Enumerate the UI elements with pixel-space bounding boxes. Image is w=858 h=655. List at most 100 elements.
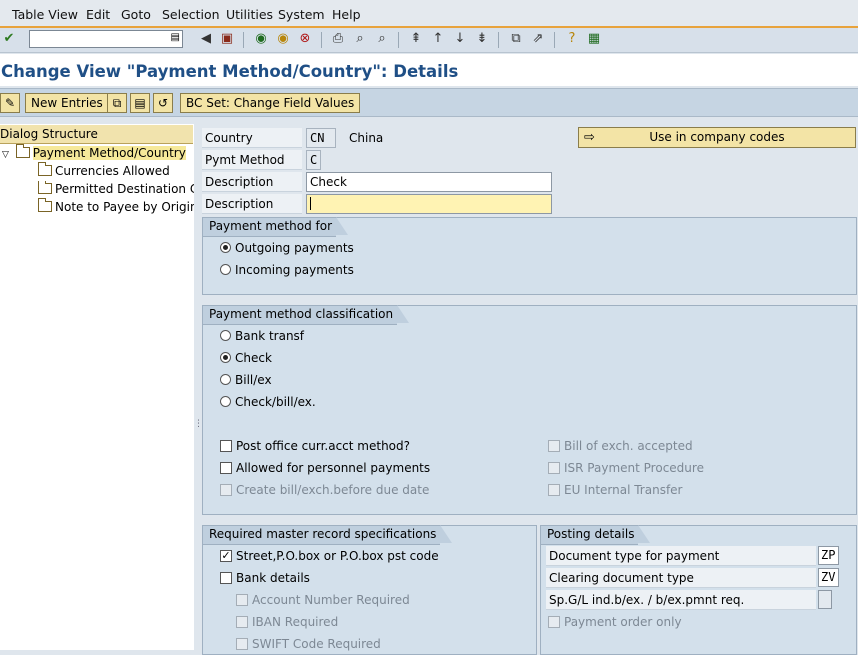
spgl-field[interactable] xyxy=(818,590,832,609)
toolbar-separator xyxy=(498,32,499,48)
checkbox-bank-details[interactable] xyxy=(220,572,232,584)
help-icon[interactable]: ? xyxy=(564,31,580,47)
folder-icon xyxy=(38,181,52,194)
checkbox-post-office[interactable] xyxy=(220,440,232,452)
find-icon[interactable]: ⌕ xyxy=(352,31,368,47)
checkbox-swift xyxy=(236,638,248,650)
delete-icon[interactable]: ▤ xyxy=(130,93,150,113)
radio-check-bill-ex[interactable] xyxy=(220,396,231,407)
new-entries-button[interactable]: New Entries xyxy=(25,93,109,113)
country-label: Country xyxy=(202,128,302,148)
menu-system[interactable]: System xyxy=(278,7,325,22)
menu-help[interactable]: Help xyxy=(332,7,361,22)
country-name: China xyxy=(349,131,384,145)
radio-bill-ex[interactable] xyxy=(220,374,231,385)
print-icon[interactable]: ⎙ xyxy=(330,31,346,47)
isr-payment-label: ISR Payment Procedure xyxy=(564,461,704,475)
toolbar-separator xyxy=(554,32,555,48)
shortcut-icon[interactable]: ⇗ xyxy=(530,31,546,47)
open-folder-icon xyxy=(15,144,30,158)
radio-incoming-payments[interactable] xyxy=(220,264,231,275)
bc-set-button[interactable]: BC Set: Change Field Values xyxy=(180,93,361,113)
radio-check[interactable] xyxy=(220,352,231,363)
bill-exch-accepted-label: Bill of exch. accepted xyxy=(564,439,693,453)
back-arrow-icon[interactable]: ◉ xyxy=(253,31,269,47)
outgoing-payments-label: Outgoing payments xyxy=(235,241,354,255)
toolbar-separator xyxy=(321,32,322,48)
swift-label: SWIFT Code Required xyxy=(252,637,381,651)
save-icon[interactable]: ▣ xyxy=(219,31,235,47)
spgl-label: Sp.G/L ind.b/ex. / b/ex.pmnt req. xyxy=(546,590,816,610)
toolbar-separator xyxy=(398,32,399,48)
standard-toolbar: ✔ ▤ ◀ ▣ ◉ ◉ ⊗ ⎙ ⌕ ⌕ ⇞ ↑ ↓ ⇟ ⧉ ⇗ ? ▦ xyxy=(0,28,858,53)
cancel-icon[interactable]: ⊗ xyxy=(297,31,313,47)
tree-item-permitted-destination[interactable]: Permitted Destination Cou xyxy=(38,181,194,197)
command-history-icon[interactable]: ▤ xyxy=(171,32,180,43)
group-title: Posting details xyxy=(540,525,651,545)
doc-type-label: Document type for payment xyxy=(546,546,816,566)
undo-change-icon[interactable]: ↺ xyxy=(153,93,173,113)
doc-type-field[interactable]: ZP xyxy=(818,546,839,565)
checkbox-isr-payment xyxy=(548,462,560,474)
application-toolbar: ✎ New Entries ⧉ ▤ ↺ BC Set: Change Field… xyxy=(0,88,858,117)
pymt-method-label: Pymt Method xyxy=(202,150,302,170)
tree-item-label: Permitted Destination Cou xyxy=(55,182,194,196)
street-label: Street,P.O.box or P.O.box pst code xyxy=(236,549,439,563)
tree-item-currencies[interactable]: Currencies Allowed xyxy=(38,162,170,179)
menu-selection[interactable]: Selection xyxy=(162,7,220,22)
use-in-company-codes-button[interactable]: ⇨ Use in company codes xyxy=(578,127,856,148)
next-page-icon[interactable]: ↓ xyxy=(452,31,468,47)
personnel-payments-label: Allowed for personnel payments xyxy=(236,461,431,475)
account-number-label: Account Number Required xyxy=(252,593,410,607)
folder-icon xyxy=(38,198,52,212)
master-record-group: Required master record specifications xyxy=(202,525,537,655)
country-field: CN xyxy=(306,128,336,148)
command-field[interactable]: ▤ xyxy=(29,30,183,48)
checkbox-iban xyxy=(236,616,248,628)
find-next-icon[interactable]: ⌕ xyxy=(374,31,390,47)
radio-bank-transf[interactable] xyxy=(220,330,231,341)
checkbox-payment-order-only xyxy=(548,616,560,628)
description2-label: Description xyxy=(202,194,302,214)
display-change-icon[interactable]: ✎ xyxy=(0,93,20,113)
checkbox-personnel-payments[interactable] xyxy=(220,462,232,474)
group-title: Payment method for xyxy=(202,217,349,237)
create-session-icon[interactable]: ⧉ xyxy=(508,31,524,47)
enter-icon[interactable]: ✔ xyxy=(1,31,17,47)
folder-icon xyxy=(38,162,52,176)
create-bill-exch-label: Create bill/exch.before due date xyxy=(236,483,430,497)
menu-utilities[interactable]: Utilities xyxy=(226,7,273,22)
tree-item-label: Currencies Allowed xyxy=(55,164,170,178)
collapse-icon[interactable]: ▽ xyxy=(2,150,9,160)
radio-outgoing-payments[interactable] xyxy=(220,242,231,253)
back-icon[interactable]: ◀ xyxy=(198,31,214,47)
description2-field[interactable] xyxy=(306,194,552,214)
text-caret xyxy=(310,197,311,210)
description-label: Description xyxy=(202,172,302,192)
splitter[interactable]: ⋮ xyxy=(194,124,203,650)
iban-label: IBAN Required xyxy=(252,615,339,629)
menu-bar: Table View Edit Goto Selection Utilities… xyxy=(0,0,858,28)
checkbox-street[interactable]: ✓ xyxy=(220,550,232,562)
last-page-icon[interactable]: ⇟ xyxy=(474,31,490,47)
tree-root-node[interactable]: ▽ Payment Method/Country xyxy=(2,144,186,163)
bank-details-label: Bank details xyxy=(236,571,310,585)
customize-layout-icon[interactable]: ▦ xyxy=(586,31,602,47)
post-office-label: Post office curr.acct method? xyxy=(236,439,411,453)
exit-icon[interactable]: ◉ xyxy=(275,31,291,47)
clearing-field[interactable]: ZV xyxy=(818,568,839,587)
eu-internal-transfer-label: EU Internal Transfer xyxy=(564,483,683,497)
first-page-icon[interactable]: ⇞ xyxy=(408,31,424,47)
copy-icon[interactable]: ⧉ xyxy=(107,93,127,113)
tree-item-note-to-payee[interactable]: Note to Payee by Origin xyxy=(38,198,198,215)
description-field[interactable]: Check xyxy=(306,172,552,192)
menu-goto[interactable]: Goto xyxy=(121,7,151,22)
prev-page-icon[interactable]: ↑ xyxy=(430,31,446,47)
payment-order-only-label: Payment order only xyxy=(564,615,682,629)
menu-edit[interactable]: Edit xyxy=(86,7,110,22)
tree-root-label: Payment Method/Country xyxy=(32,146,186,160)
use-in-company-codes-label: Use in company codes xyxy=(649,130,785,144)
group-title: Required master record specifications xyxy=(202,525,453,545)
check-bill-ex-label: Check/bill/ex. xyxy=(235,395,316,409)
menu-table-view[interactable]: Table View xyxy=(12,7,78,22)
